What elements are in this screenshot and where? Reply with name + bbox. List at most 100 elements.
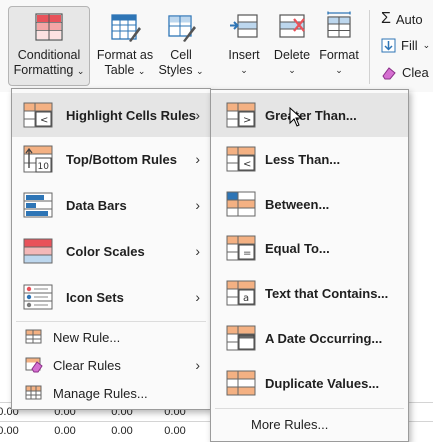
fill-label: Fill	[401, 38, 418, 53]
insert-cells-icon	[230, 14, 258, 38]
menu-item-less-than[interactable]: < Less Than...	[211, 137, 408, 181]
chevron-right-icon: ›	[195, 107, 200, 123]
grid-cell[interactable]: 0.00	[45, 425, 85, 437]
chevron-down-icon: ⌄	[76, 66, 85, 76]
menu-item-manage-rules[interactable]: Manage Rules...	[12, 379, 210, 407]
new-rule-icon	[25, 329, 42, 344]
conditional-formatting-menu: < Highlight Cells Rules › 10 Top/Bottom …	[11, 88, 211, 410]
between-icon	[226, 191, 256, 217]
duplicate-values-icon	[226, 370, 256, 396]
menu-separator	[16, 321, 206, 322]
cell-styles-button[interactable]: Cell Styles ⌄	[156, 6, 206, 86]
clear-label: Clea	[402, 65, 429, 80]
autosum-label: Auto	[395, 11, 423, 27]
menu-item-label: New Rule...	[53, 329, 121, 345]
menu-item-text-contains[interactable]: a Text that Contains...	[211, 271, 408, 315]
greater-than-icon: >	[226, 102, 256, 128]
menu-item-label: Equal To...	[265, 240, 330, 256]
cell-styles-label-2: Styles ⌄	[158, 63, 204, 77]
clear-rules-icon	[25, 357, 43, 373]
svg-text:<: <	[243, 159, 251, 170]
menu-item-highlight-cells-rules[interactable]: < Highlight Cells Rules ›	[12, 93, 210, 137]
format-label: Format	[319, 48, 359, 62]
menu-item-label: Icon Sets	[66, 289, 124, 305]
date-occurring-icon	[226, 325, 256, 351]
menu-item-icon-sets[interactable]: Icon Sets ›	[12, 275, 210, 319]
menu-item-label: Color Scales	[66, 243, 145, 259]
highlight-cells-icon: <	[23, 102, 53, 128]
format-button[interactable]: Format ⌄	[317, 6, 361, 86]
highlight-cells-rules-submenu: > Greater Than... < Less Than... Between…	[210, 89, 409, 442]
svg-text:>: >	[243, 115, 251, 126]
format-as-table-label-2: Table ⌄	[104, 63, 146, 77]
chevron-right-icon: ›	[195, 151, 200, 167]
format-as-table-label-1: Format as	[96, 48, 154, 62]
menu-item-top-bottom-rules[interactable]: 10 Top/Bottom Rules ›	[12, 137, 210, 181]
menu-item-greater-than[interactable]: > Greater Than...	[211, 93, 408, 137]
menu-item-label: Less Than...	[265, 151, 341, 167]
insert-button[interactable]: Insert ⌄	[222, 6, 266, 86]
text-contains-icon: a	[226, 280, 256, 306]
format-cells-icon	[327, 11, 351, 38]
menu-item-clear-rules[interactable]: Clear Rules ›	[12, 351, 210, 379]
delete-button[interactable]: Delete ⌄	[270, 6, 314, 86]
mouse-cursor-icon	[289, 107, 303, 127]
manage-rules-icon	[25, 385, 42, 400]
fill-down-icon	[381, 38, 396, 53]
chevron-down-icon: ⌄	[240, 65, 248, 75]
conditional-formatting-label-2: Formatting ⌄	[13, 63, 85, 77]
ribbon: Conditional Formatting ⌄ Format as Table…	[0, 0, 433, 92]
svg-text:10: 10	[38, 162, 50, 172]
ribbon-separator	[369, 10, 370, 84]
grid-cell[interactable]: 0.00	[0, 425, 28, 437]
cell-styles-icon	[168, 15, 196, 42]
sigma-icon: Σ	[381, 10, 391, 27]
clear-button[interactable]: Clea	[381, 65, 429, 80]
menu-item-color-scales[interactable]: Color Scales ›	[12, 229, 210, 273]
menu-item-duplicate-values[interactable]: Duplicate Values...	[211, 361, 408, 405]
menu-item-new-rule[interactable]: New Rule...	[12, 323, 210, 351]
color-scales-icon	[23, 238, 53, 264]
chevron-down-icon: ⌄	[288, 65, 296, 75]
menu-item-label: Manage Rules...	[53, 385, 148, 401]
svg-text:<: <	[40, 115, 48, 126]
format-as-table-button[interactable]: Format as Table ⌄	[94, 6, 156, 86]
format-as-table-icon	[111, 14, 141, 42]
menu-separator	[215, 408, 404, 409]
cell-styles-label-1: Cell	[170, 48, 192, 62]
menu-item-label: More Rules...	[251, 416, 329, 432]
menu-item-between[interactable]: Between...	[211, 182, 408, 226]
chevron-right-icon: ›	[195, 289, 200, 305]
delete-label: Delete	[273, 48, 311, 62]
menu-item-label: Between...	[265, 196, 330, 212]
chevron-down-icon: ⌄	[137, 66, 146, 76]
autosum-button[interactable]: Σ Auto	[381, 10, 423, 28]
grid-cell[interactable]: 0.00	[155, 425, 195, 437]
svg-text:=: =	[243, 248, 251, 259]
chevron-right-icon: ›	[195, 243, 200, 259]
less-than-icon: <	[226, 146, 256, 172]
delete-cells-icon	[279, 14, 305, 38]
fill-button[interactable]: Fill ⌄	[381, 38, 430, 53]
conditional-formatting-button[interactable]: Conditional Formatting ⌄	[8, 6, 90, 86]
menu-item-date-occurring[interactable]: A Date Occurring...	[211, 316, 408, 360]
conditional-formatting-icon	[35, 13, 63, 41]
menu-item-label: Text that Contains...	[265, 285, 389, 301]
eraser-icon	[382, 66, 396, 79]
data-bars-icon	[23, 192, 53, 218]
chevron-down-icon: ⌄	[335, 65, 343, 75]
svg-text:a: a	[243, 293, 249, 304]
menu-item-label: Data Bars	[66, 197, 127, 213]
menu-item-label: Highlight Cells Rules	[66, 107, 197, 123]
chevron-down-icon: ⌄	[195, 66, 204, 76]
chevron-down-icon: ⌄	[422, 40, 431, 50]
menu-item-data-bars[interactable]: Data Bars ›	[12, 183, 210, 227]
menu-item-more-rules[interactable]: More Rules...	[211, 410, 408, 438]
chevron-right-icon: ›	[195, 357, 200, 373]
menu-item-label: Clear Rules	[53, 357, 121, 373]
grid-cell[interactable]: 0.00	[102, 425, 142, 437]
menu-item-equal-to[interactable]: = Equal To...	[211, 226, 408, 270]
conditional-formatting-label-1: Conditional	[17, 48, 81, 62]
chevron-right-icon: ›	[195, 197, 200, 213]
menu-item-label: Greater Than...	[265, 107, 357, 123]
